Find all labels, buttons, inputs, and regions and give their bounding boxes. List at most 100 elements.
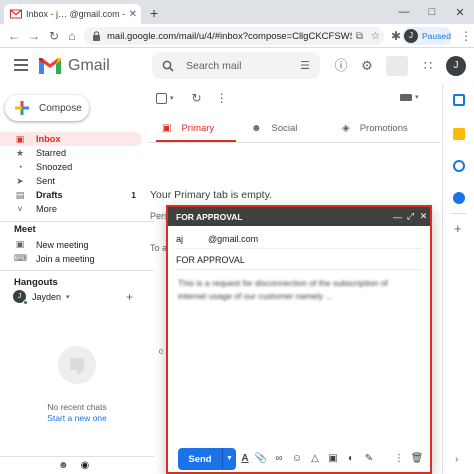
join-meeting-link[interactable]: ⌨ Join a meeting bbox=[14, 253, 95, 264]
schedule-send-dropdown-icon[interactable]: ▼ bbox=[222, 448, 236, 470]
profile-button[interactable]: J Paused bbox=[402, 27, 452, 45]
refresh-icon[interactable]: ↻ bbox=[192, 91, 202, 105]
nav-label: Drafts bbox=[36, 190, 63, 200]
recipient-value[interactable]: aj @gmail.com bbox=[176, 234, 258, 244]
chevron-down-icon[interactable]: ▾ bbox=[66, 293, 70, 301]
photo-icon[interactable]: ▣ bbox=[326, 452, 340, 466]
new-tab-button[interactable]: + bbox=[150, 5, 158, 21]
more-vert-icon[interactable]: ⋮ bbox=[216, 91, 228, 105]
settings-gear-icon[interactable]: ⚙ bbox=[359, 58, 375, 74]
browser-tab[interactable]: Inbox - j… @gmail.com - G ✕ bbox=[4, 4, 141, 24]
message-body[interactable]: This is a request for disconnection of t… bbox=[178, 277, 418, 303]
search-input[interactable]: Search mail bbox=[186, 60, 300, 72]
input-tools[interactable]: ▾ bbox=[400, 93, 419, 101]
attach-icon[interactable]: 📎 bbox=[254, 452, 268, 466]
nav-item-more[interactable]: ˅ More bbox=[0, 202, 142, 216]
expand-icon[interactable]: ⤢ bbox=[404, 211, 417, 222]
tasks-icon[interactable] bbox=[453, 160, 465, 172]
select-all-checkbox[interactable] bbox=[156, 92, 167, 104]
start-new-chat-link[interactable]: Start a new one bbox=[0, 413, 154, 423]
divider bbox=[0, 221, 154, 222]
emoji-icon[interactable]: ☺ bbox=[290, 452, 304, 466]
nav-label: Inbox bbox=[36, 134, 61, 144]
compose-label: Compose bbox=[39, 102, 82, 114]
address-bar[interactable]: mail.google.com/mail/u/4/#inbox?compose=… bbox=[84, 27, 384, 45]
formatting-icon[interactable]: A bbox=[238, 452, 252, 466]
minimize-icon[interactable]: — bbox=[391, 212, 404, 222]
home-icon[interactable]: ⌂ bbox=[62, 24, 82, 48]
subject-value[interactable]: FOR APPROVAL bbox=[176, 255, 245, 265]
url-text: mail.google.com/mail/u/4/#inbox?compose=… bbox=[107, 30, 352, 42]
tab-label: Social bbox=[271, 122, 298, 134]
chevron-down-icon[interactable]: ▾ bbox=[170, 94, 174, 102]
profile-avatar: J bbox=[404, 29, 418, 43]
tab-primary[interactable]: ▣ Primary bbox=[162, 114, 214, 142]
add-hangout-icon[interactable]: + bbox=[126, 290, 133, 304]
compose-button[interactable]: Compose bbox=[5, 95, 89, 121]
main-menu-icon[interactable] bbox=[14, 59, 28, 74]
to-field[interactable]: aj @gmail.com bbox=[176, 229, 422, 249]
signature-icon[interactable]: ✎ bbox=[362, 452, 376, 466]
search-options-icon[interactable]: ☰ bbox=[300, 59, 310, 72]
forward-icon[interactable]: → bbox=[24, 24, 44, 48]
meet-section-title: Meet bbox=[14, 224, 36, 235]
gmail-wordmark: Gmail bbox=[68, 57, 110, 74]
keyboard-icon: ⌨ bbox=[14, 253, 27, 263]
inbox-icon: ▣ bbox=[15, 133, 25, 144]
close-window-icon[interactable]: ✕ bbox=[446, 6, 474, 19]
nav-item-starred[interactable]: ★ Starred bbox=[0, 146, 142, 160]
gmail-favicon-icon bbox=[10, 9, 22, 19]
nav-item-inbox[interactable]: ▣ Inbox bbox=[0, 132, 142, 146]
hangouts-user-name: Jayden bbox=[32, 292, 62, 302]
maximize-icon[interactable]: □ bbox=[418, 6, 446, 18]
nav-item-snoozed[interactable]: ◔ Snoozed bbox=[0, 160, 142, 174]
tab-social[interactable]: ☻ Social bbox=[251, 114, 297, 142]
chevron-right-icon[interactable]: › bbox=[455, 454, 458, 465]
nav-count: 1 bbox=[131, 190, 136, 200]
browser-menu-icon[interactable]: ⋮ bbox=[456, 24, 474, 48]
nav-item-drafts[interactable]: ▤ Drafts 1 bbox=[0, 188, 142, 202]
contacts-icon[interactable] bbox=[453, 192, 465, 204]
send-button[interactable]: Send ▼ bbox=[178, 448, 236, 470]
account-avatar[interactable]: J bbox=[446, 56, 466, 76]
nav-label: Starred bbox=[36, 148, 67, 158]
search-bar[interactable]: Search mail ☰ bbox=[152, 52, 320, 79]
mail-toolbar: ▾ ↻ ⋮ bbox=[156, 88, 228, 108]
people-icon: ☻ bbox=[251, 122, 262, 134]
link-icon[interactable]: ∞ bbox=[272, 452, 286, 466]
hangouts-user[interactable]: Jayden ▾ bbox=[32, 292, 70, 302]
video-camera-icon: ▣ bbox=[15, 239, 25, 249]
bookmark-star-icon[interactable]: ☆ bbox=[371, 31, 380, 42]
tab-close-icon[interactable]: ✕ bbox=[129, 9, 137, 20]
reload-icon[interactable]: ↻ bbox=[44, 24, 64, 48]
search-icon[interactable] bbox=[162, 60, 174, 72]
compose-header[interactable]: FOR APPROVAL — ⤢ ✕ bbox=[168, 207, 430, 226]
close-icon[interactable]: ✕ bbox=[417, 211, 430, 222]
subject-field[interactable]: FOR APPROVAL bbox=[176, 250, 422, 270]
discard-draft-icon[interactable]: 🗑 bbox=[410, 452, 424, 466]
chat-icon[interactable]: ◉ bbox=[81, 460, 90, 471]
contacts-icon[interactable]: ☻ bbox=[58, 460, 69, 471]
calendar-icon[interactable] bbox=[453, 94, 465, 106]
help-icon[interactable]: ⓘ bbox=[333, 58, 349, 74]
drive-icon[interactable]: △ bbox=[308, 452, 322, 466]
add-addon-icon[interactable]: + bbox=[454, 221, 462, 236]
apps-grid-icon[interactable]: ∷ bbox=[420, 58, 436, 74]
nav-label: More bbox=[36, 204, 57, 214]
keep-icon[interactable] bbox=[453, 128, 465, 140]
confidential-mode-icon[interactable]: ◐ bbox=[344, 452, 358, 466]
draft-icon: ▤ bbox=[15, 189, 25, 200]
nav-item-sent[interactable]: ➤ Sent bbox=[0, 174, 142, 188]
minimize-icon[interactable]: — bbox=[390, 6, 418, 18]
gmail-logo-icon bbox=[39, 58, 61, 74]
tab-promotions[interactable]: ◈ Promotions bbox=[342, 114, 408, 142]
back-icon[interactable]: ← bbox=[4, 24, 24, 48]
lock-icon bbox=[93, 31, 100, 41]
share-icon[interactable]: ⧉ bbox=[356, 31, 363, 42]
new-meeting-label: New meeting bbox=[36, 239, 89, 250]
inbox-icon: ▣ bbox=[162, 122, 172, 134]
more-options-icon[interactable]: ⋮ bbox=[392, 452, 406, 466]
compose-title: FOR APPROVAL bbox=[176, 211, 243, 222]
workspace-logo bbox=[386, 56, 408, 76]
new-meeting-link[interactable]: ▣ New meeting bbox=[14, 239, 89, 250]
